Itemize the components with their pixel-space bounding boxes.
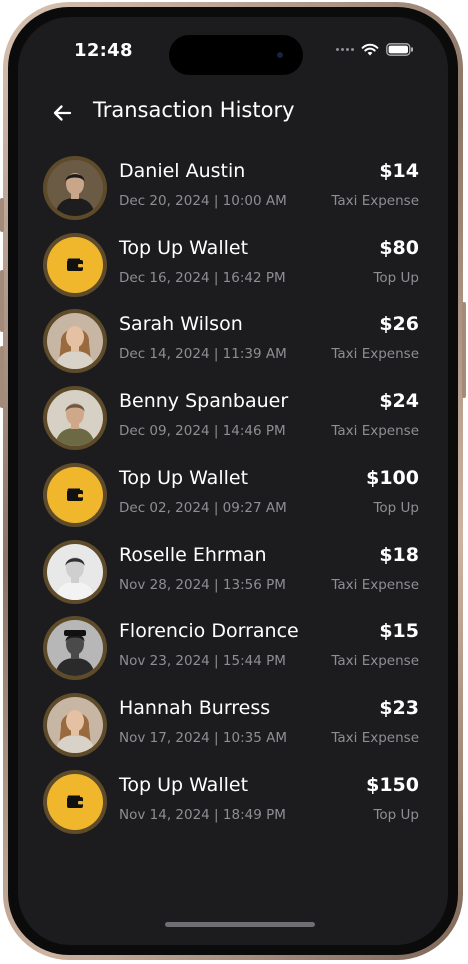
transaction-row[interactable]: Top Up Wallet Dec 02, 2024 | 09:27 AM $1… [18, 460, 448, 532]
arrow-left-icon [53, 105, 72, 121]
transaction-name: Hannah Burress [119, 696, 271, 719]
transaction-amount: $24 [379, 390, 419, 413]
phone-bezel: 12:48 Transaction History Daniel Austin … [8, 7, 458, 955]
transaction-amount: $150 [366, 773, 419, 796]
transaction-date: Dec 14, 2024 | 11:39 AM [119, 346, 287, 363]
transaction-name: Sarah Wilson [119, 313, 243, 336]
transaction-type: Taxi Expense [331, 729, 419, 746]
avatar [47, 543, 103, 600]
transaction-amount: $18 [379, 543, 419, 566]
status-icons [336, 43, 414, 56]
avatar-ring [43, 462, 107, 527]
transaction-date: Dec 20, 2024 | 10:00 AM [119, 193, 287, 209]
transaction-name: Top Up Wallet [119, 773, 249, 796]
transaction-date: Nov 14, 2024 | 18:49 PM [119, 806, 286, 823]
transaction-amount: $14 [379, 160, 419, 182]
transaction-name: Roselle Ehrman [119, 543, 267, 566]
wallet-glyph [67, 488, 83, 502]
avatar-ring [43, 309, 107, 374]
transaction-type: Taxi Expense [331, 576, 419, 593]
wallet-icon [47, 236, 103, 293]
transaction-date: Dec 02, 2024 | 09:27 AM [119, 499, 287, 516]
transaction-amount: $100 [366, 466, 419, 489]
transaction-row[interactable]: Top Up Wallet Dec 16, 2024 | 16:42 PM $8… [18, 230, 448, 302]
cellular-signal-icon [336, 48, 354, 51]
wallet-glyph [67, 258, 83, 272]
avatar-ring [43, 769, 107, 834]
transaction-row[interactable]: Sarah Wilson Dec 14, 2024 | 11:39 AM $26… [18, 306, 448, 378]
transaction-type: Top Up [373, 269, 419, 286]
transaction-amount: $15 [379, 620, 419, 643]
wallet-icon [47, 773, 103, 830]
avatar-ring [43, 232, 107, 297]
transaction-date: Nov 23, 2024 | 15:44 PM [119, 653, 286, 670]
avatar-ring [43, 156, 107, 220]
transaction-row[interactable]: Daniel Austin Dec 20, 2024 | 10:00 AM $1… [18, 153, 448, 225]
transaction-amount: $23 [379, 696, 419, 719]
status-time: 12:48 [74, 40, 133, 61]
transaction-row[interactable]: Benny Spanbauer Dec 09, 2024 | 14:46 PM … [18, 383, 448, 455]
transaction-type: Taxi Expense [331, 346, 419, 363]
transaction-date: Nov 28, 2024 | 13:56 PM [119, 576, 286, 593]
transaction-amount: $80 [379, 236, 419, 259]
avatar [47, 390, 103, 447]
transaction-type: Taxi Expense [331, 193, 419, 209]
transaction-row[interactable]: Top Up Wallet Nov 14, 2024 | 18:49 PM $1… [18, 767, 448, 839]
phone-frame: 12:48 Transaction History Daniel Austin … [0, 2, 466, 960]
transaction-name: Benny Spanbauer [119, 390, 289, 413]
volume-up-button [0, 270, 4, 332]
transaction-date: Nov 17, 2024 | 10:35 AM [119, 729, 287, 746]
home-indicator[interactable] [165, 922, 315, 927]
back-button[interactable] [48, 99, 76, 127]
status-bar: 12:48 [18, 17, 448, 77]
transaction-name: Florencio Dorrance [119, 620, 299, 643]
avatar [47, 620, 103, 677]
transaction-name: Top Up Wallet [119, 466, 249, 489]
page-header: Transaction History [18, 91, 448, 135]
transaction-date: Dec 16, 2024 | 16:42 PM [119, 269, 286, 286]
transaction-amount: $26 [379, 313, 419, 336]
transaction-type: Top Up [373, 499, 419, 516]
transaction-row[interactable]: Hannah Burress Nov 17, 2024 | 10:35 AM $… [18, 690, 448, 762]
avatar [47, 696, 103, 753]
avatar-ring [43, 386, 107, 451]
wifi-icon [361, 43, 379, 56]
wallet-glyph [67, 795, 83, 809]
transaction-name: Daniel Austin [119, 160, 246, 182]
app-screen: 12:48 Transaction History Daniel Austin … [18, 17, 448, 945]
page-title: Transaction History [93, 98, 295, 122]
dynamic-island [169, 35, 303, 75]
transaction-row[interactable]: Roselle Ehrman Nov 28, 2024 | 13:56 PM $… [18, 537, 448, 609]
power-button [462, 302, 466, 398]
transaction-type: Top Up [373, 806, 419, 823]
transaction-date: Dec 09, 2024 | 14:46 PM [119, 423, 286, 440]
avatar [47, 160, 103, 216]
transaction-name: Top Up Wallet [119, 236, 249, 259]
avatar-ring [43, 539, 107, 604]
transaction-type: Taxi Expense [331, 653, 419, 670]
avatar [47, 313, 103, 370]
battery-icon [386, 43, 413, 56]
wallet-icon [47, 466, 103, 523]
front-camera [277, 52, 283, 58]
volume-down-button [0, 346, 4, 408]
transaction-type: Taxi Expense [331, 423, 419, 440]
action-button [0, 198, 4, 232]
transaction-row[interactable]: Florencio Dorrance Nov 23, 2024 | 15:44 … [18, 613, 448, 685]
avatar-ring [43, 616, 107, 681]
avatar-ring [43, 692, 107, 757]
